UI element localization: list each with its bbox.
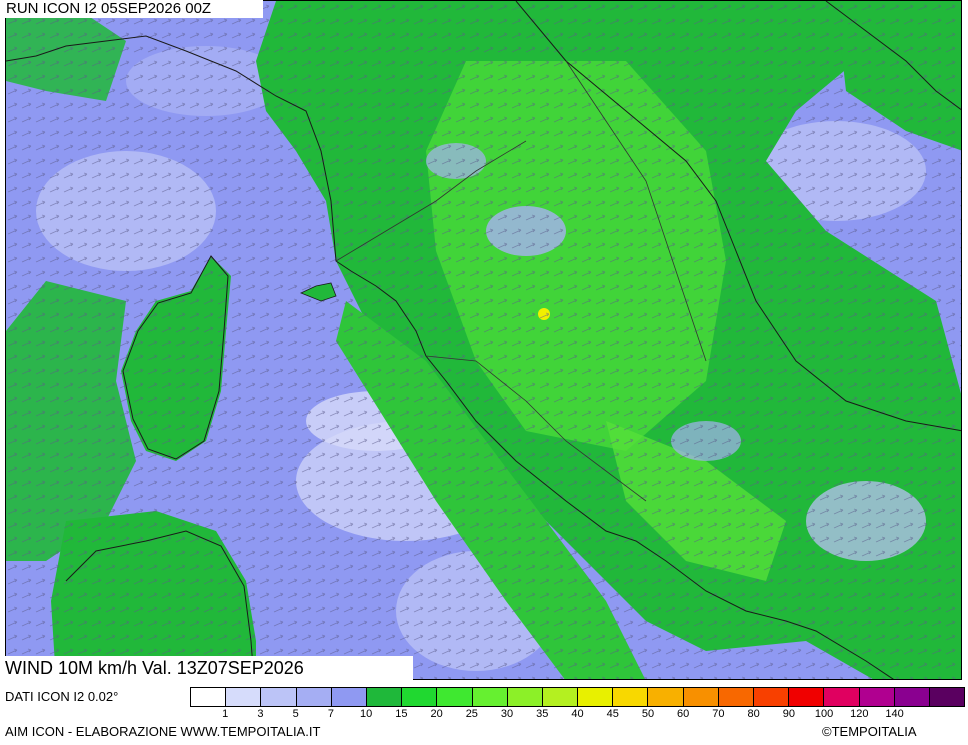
legend-tick-label: 30 — [500, 708, 514, 720]
legend-swatch — [613, 688, 649, 706]
legend-tick-label: 25 — [465, 708, 478, 720]
legend-swatch — [366, 688, 403, 706]
credit-label: AIM ICON - ELABORAZIONE WWW.TEMPOITALIA.… — [5, 724, 321, 739]
legend-tick-label: 20 — [430, 708, 443, 720]
legend-tick-label: 7 — [327, 708, 334, 720]
legend-tick-label: 60 — [677, 708, 690, 720]
wind-map-canvas — [6, 1, 961, 679]
legend-swatch — [226, 688, 262, 706]
legend-swatch — [472, 688, 508, 706]
legend-swatch — [261, 688, 297, 706]
legend-tick-label: 50 — [641, 708, 655, 720]
legend-tick-label: 5 — [292, 708, 299, 720]
legend-swatch — [402, 688, 438, 706]
legend-swatch — [331, 688, 367, 706]
legend-tick-label: 15 — [395, 708, 408, 720]
legend-tick-label: 120 — [850, 708, 869, 720]
legend-tick-label: 3 — [257, 708, 264, 720]
run-label: RUN ICON I2 05SEP2026 00Z — [5, 0, 263, 18]
source-label: DATI ICON I2 0.02° — [5, 689, 119, 704]
legend-swatch — [789, 688, 825, 706]
legend-swatch — [859, 688, 895, 706]
legend-swatch — [894, 688, 930, 706]
legend-swatch — [296, 688, 332, 706]
color-legend — [190, 687, 965, 707]
copyright-label: ©TEMPOITALIA — [822, 724, 917, 739]
wind-arrows — [6, 1, 961, 679]
legend-tick-label: 100 — [814, 708, 834, 720]
legend-swatch — [191, 688, 227, 706]
wind-map — [5, 0, 962, 680]
legend-tick-label: 45 — [606, 708, 619, 720]
legend-tick-label: 70 — [712, 708, 725, 720]
legend-swatch — [437, 688, 473, 706]
legend-swatch — [718, 688, 754, 706]
legend-swatch — [542, 688, 579, 706]
legend-swatch — [754, 688, 790, 706]
legend-tick-label: 40 — [571, 708, 584, 720]
legend-swatch — [824, 688, 860, 706]
legend-ticks: 1 3 5 7 10 15 20 25 30 35 40 45 50 60 70 80 90 100 120 140 — [190, 708, 965, 724]
legend-tick-label: 80 — [747, 708, 760, 720]
legend-tick-label: 90 — [782, 708, 795, 720]
legend-swatch — [648, 688, 684, 706]
valid-label: WIND 10M km/h Val. 13Z07SEP2026 — [0, 656, 413, 681]
legend-tick-label: 35 — [536, 708, 549, 720]
legend-swatch — [929, 688, 965, 706]
legend-swatch — [683, 688, 719, 706]
legend-tick-label: 10 — [360, 708, 373, 720]
legend-tick-label: 1 — [222, 708, 229, 720]
legend-tick-label: 140 — [885, 708, 904, 720]
legend-swatch — [578, 688, 614, 706]
legend-swatch — [507, 688, 543, 706]
